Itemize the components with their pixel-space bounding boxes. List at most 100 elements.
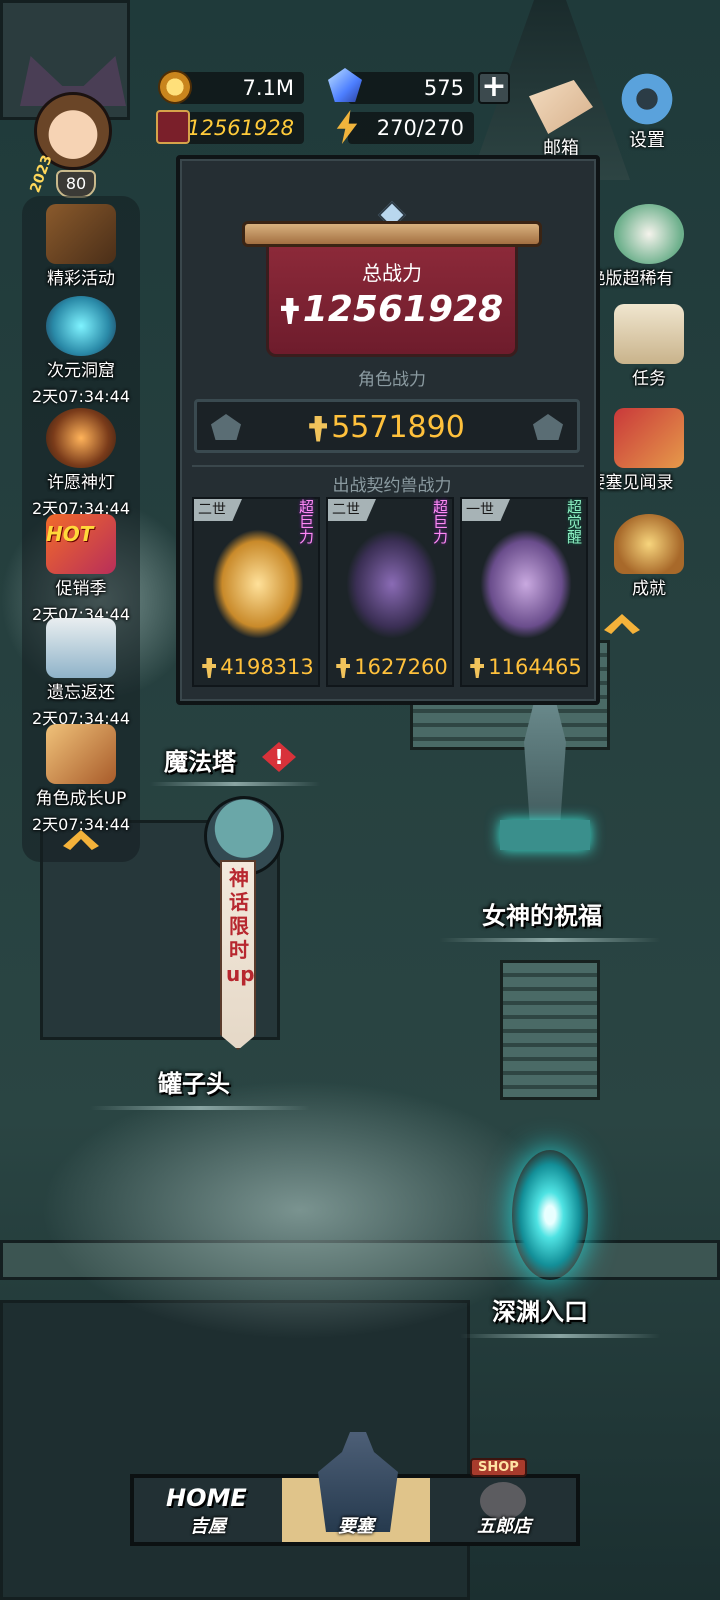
- gift-box-icon: HOT: [46, 514, 116, 574]
- event-forget-return[interactable]: 遗忘返还 2天07:34:44: [22, 618, 140, 729]
- combat-power-panel: 总战力 12561928 角色战力 5571890 出战契约兽战力 二世 超巨力…: [176, 155, 600, 705]
- beast-power: 4198313: [220, 655, 314, 679]
- beast-card[interactable]: 二世 超巨力 4198313: [192, 497, 320, 687]
- trophy-icon: [614, 514, 684, 574]
- beast-power-row: 1627260: [328, 655, 456, 679]
- settings-button[interactable]: 设置: [614, 72, 680, 152]
- banner-rod: [242, 221, 542, 247]
- label-underline: [440, 938, 660, 942]
- event-dimension-cave[interactable]: 次元洞窟 2天07:34:44: [22, 296, 140, 407]
- power-bar: 12561928: [178, 112, 304, 144]
- nav-shop-label: 五郎店: [477, 1516, 531, 1537]
- nav-home-label: 吉屋: [190, 1516, 226, 1537]
- journal-book-icon: [614, 408, 684, 468]
- jar-head-label[interactable]: 罐子头: [158, 1064, 230, 1099]
- gear-icon: [615, 72, 679, 126]
- collapse-right-chevron-up-icon[interactable]: [604, 614, 640, 634]
- growth-arrow-icon: [46, 724, 116, 784]
- achievement-button[interactable]: 成就: [594, 514, 704, 599]
- portal-vortex-icon: [46, 296, 116, 356]
- coin-icon: [158, 70, 192, 104]
- player-avatar[interactable]: 2023 80: [12, 54, 134, 202]
- beast-card[interactable]: 二世 超巨力 1627260: [326, 497, 454, 687]
- power-key-icon: [336, 658, 351, 678]
- label-underline: [150, 782, 320, 786]
- total-power-value: 12561928: [302, 289, 504, 330]
- lamp-icon: [46, 408, 116, 468]
- goddess-blessing-label[interactable]: 女神的祝福: [482, 896, 602, 931]
- beast-power-row: 1164465: [462, 655, 590, 679]
- gem-bar: 575: [348, 72, 474, 104]
- abyss-wall: [0, 1300, 470, 1600]
- avatar-year: 2023: [27, 152, 56, 196]
- event-wish-lamp[interactable]: 许愿神灯 2天07:34:44: [22, 408, 140, 519]
- abyss-entrance-label[interactable]: 深渊入口: [492, 1292, 588, 1327]
- event-promo-season[interactable]: HOT 促销季 2天07:34:44: [22, 514, 140, 625]
- fortress-journal-button[interactable]: 要塞见闻录: [589, 408, 704, 493]
- event-timer: 2天07:34:44: [31, 387, 131, 406]
- character-power-title: 角色战力: [358, 370, 426, 390]
- statue-base: [500, 820, 590, 850]
- section-divider: [192, 465, 584, 467]
- event-label: 精彩活动: [47, 269, 115, 289]
- event-ultra-rare[interactable]: 绝版超稀有: [589, 204, 704, 289]
- total-power-banner: 总战力 12561928: [242, 187, 542, 357]
- event-label: 次元洞窟: [47, 361, 115, 381]
- event-label: 遗忘返还: [47, 683, 115, 703]
- beast-power-row: 4198313: [194, 655, 322, 679]
- beast-tier: 二世: [328, 499, 376, 521]
- event-character-growth[interactable]: 角色成长UP 2天07:34:44: [22, 724, 140, 835]
- label-underline: [90, 1106, 310, 1110]
- dragon-beast-art: [480, 529, 572, 639]
- magic-tower-label[interactable]: 魔法塔: [164, 742, 236, 777]
- character-portrait-icon: [614, 204, 684, 264]
- stairs-mid: [500, 960, 600, 1100]
- beast-power: 1164465: [488, 655, 582, 679]
- power-value: 12561928: [187, 116, 294, 140]
- fog-cloud: [40, 1080, 560, 1340]
- home-logo: HOME: [166, 1484, 247, 1512]
- myth-banner-text: 神话限时up: [226, 866, 255, 986]
- power-key-icon: [309, 415, 328, 442]
- power-key-icon: [470, 658, 485, 678]
- beast-tier: 二世: [194, 499, 242, 521]
- event-label: 角色成长UP: [35, 789, 127, 809]
- add-gems-button[interactable]: +: [478, 72, 510, 104]
- event-label: 许愿神灯: [47, 473, 115, 493]
- quest-button[interactable]: 任务: [594, 304, 704, 389]
- shop-sign: SHOP: [470, 1458, 527, 1477]
- beast-card[interactable]: 一世 超觉醒 1164465: [460, 497, 588, 687]
- chat-bubble-icon: [46, 618, 116, 678]
- event-label: 任务: [632, 369, 666, 389]
- bottom-nav: HOME 吉屋 要塞 SHOP 五郎店: [130, 1432, 580, 1546]
- event-highlights[interactable]: 精彩活动: [22, 204, 140, 289]
- nav-home[interactable]: HOME 吉屋: [134, 1478, 282, 1542]
- coin-value: 7.1M: [242, 76, 294, 100]
- hot-badge: HOT: [46, 522, 94, 546]
- beast-power-title: 出战契约兽战力: [300, 471, 484, 496]
- nav-fortress[interactable]: 要塞: [282, 1432, 430, 1542]
- golden-beast-art: [212, 529, 304, 639]
- power-icon: [156, 110, 190, 144]
- character-power-box: 5571890: [194, 399, 580, 453]
- right-event-column: 绝版超稀有 任务 要塞见闻录 成就: [589, 196, 704, 656]
- fox-beast-art: [346, 529, 438, 639]
- beast-power: 1627260: [354, 655, 448, 679]
- beast-tier: 一世: [462, 499, 510, 521]
- stamina-value: 270/270: [376, 116, 464, 140]
- total-power-row: 12561928: [242, 289, 542, 330]
- envelope-icon: [529, 80, 593, 134]
- nav-shop[interactable]: SHOP 五郎店: [430, 1458, 578, 1542]
- power-key-icon: [280, 298, 299, 324]
- treasure-chest-icon: [46, 204, 116, 264]
- mail-button[interactable]: 邮箱: [528, 80, 594, 160]
- myth-limited-banner[interactable]: 神话限时up: [220, 860, 256, 1050]
- coin-bar: 7.1M: [178, 72, 304, 104]
- total-power-title: 总战力: [362, 261, 422, 285]
- stamina-bar: 270/270: [348, 112, 474, 144]
- gem-value: 575: [423, 76, 464, 100]
- power-key-icon: [202, 658, 217, 678]
- label-underline: [460, 1334, 660, 1338]
- level-badge: 80: [56, 170, 96, 198]
- abyss-portal[interactable]: [512, 1150, 588, 1280]
